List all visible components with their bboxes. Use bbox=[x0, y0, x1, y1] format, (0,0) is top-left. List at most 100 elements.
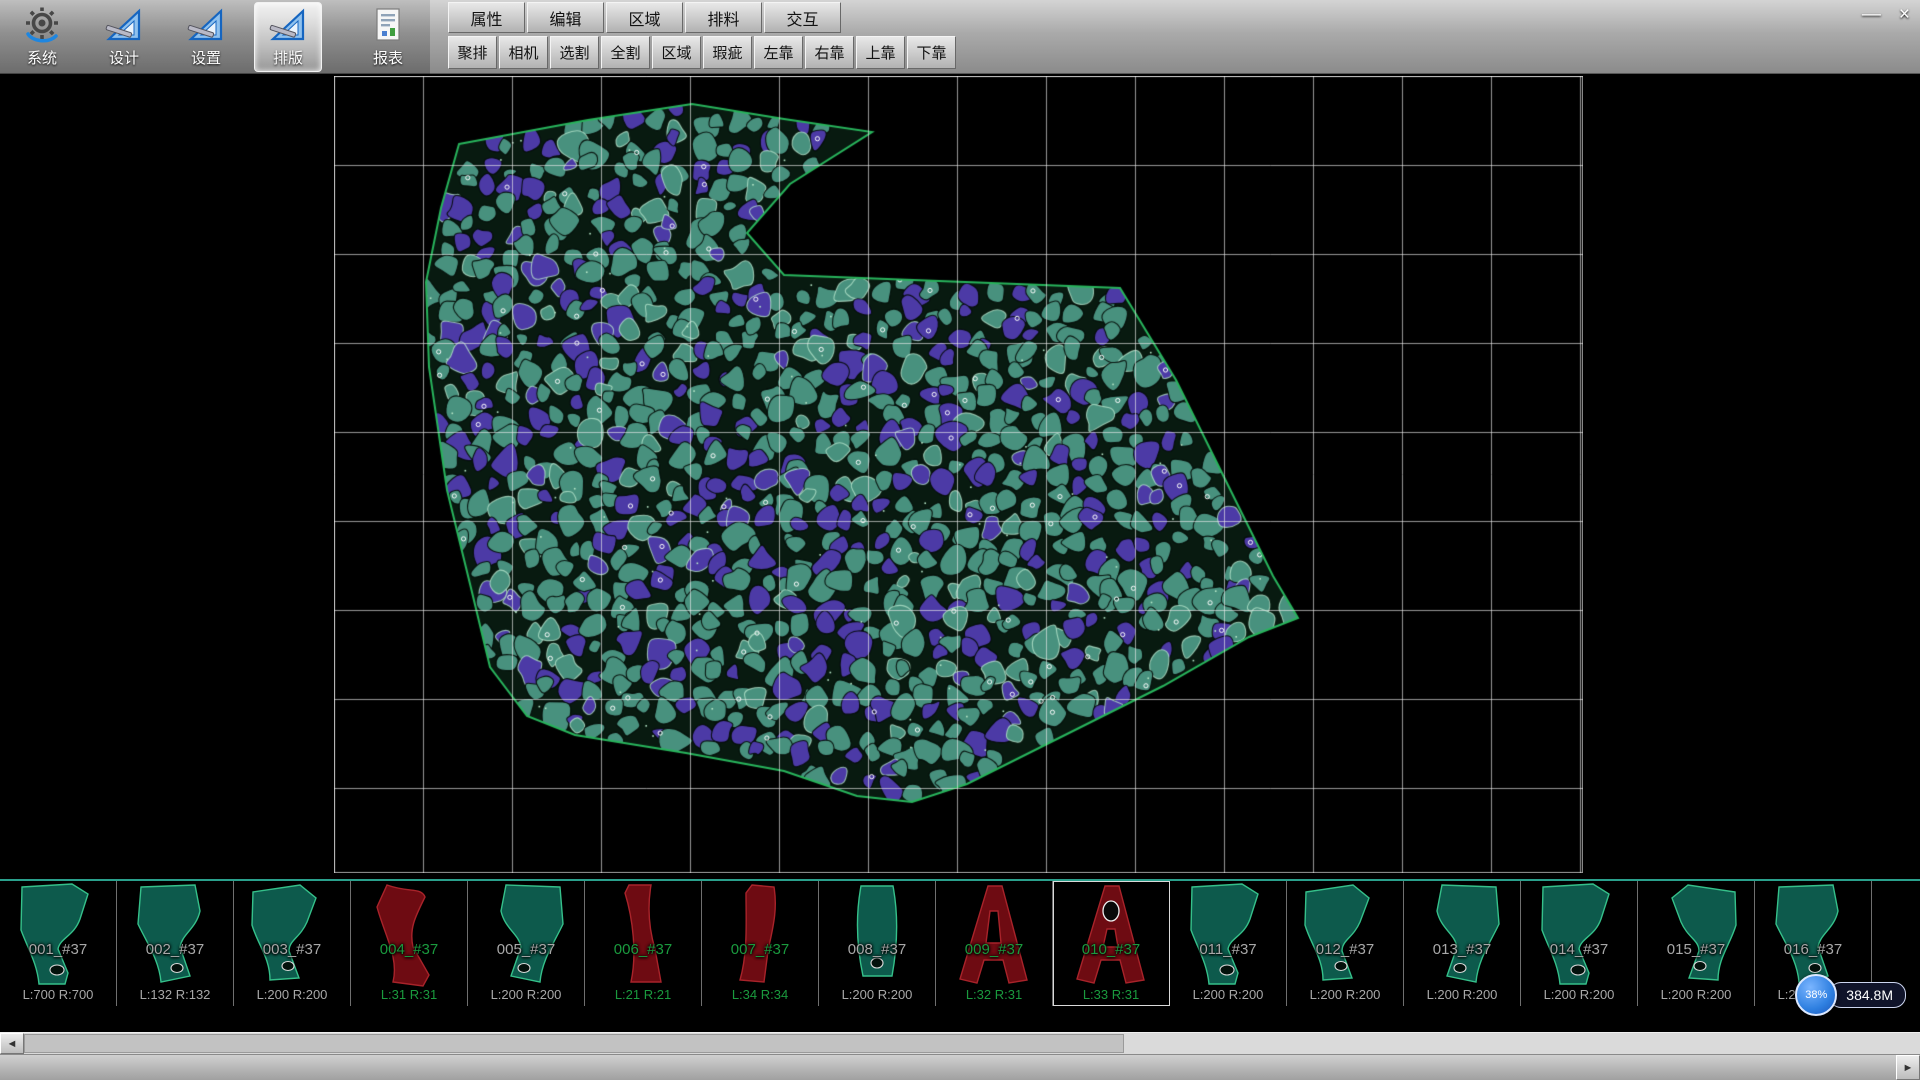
toolbar-button-label: 报表 bbox=[373, 47, 403, 68]
toolbar-button-settings[interactable]: 设置 bbox=[172, 2, 240, 72]
piece-count: L:33 R:31 bbox=[1053, 987, 1169, 1002]
horizontal-scrollbar[interactable]: ◄ bbox=[0, 1032, 1920, 1054]
action-button-label: 聚排 bbox=[457, 45, 487, 62]
scrollbar-thumb[interactable] bbox=[24, 1034, 1124, 1053]
menu-tab-nest[interactable]: 排料 bbox=[685, 2, 762, 33]
action-button-snap-bottom[interactable]: 下靠 bbox=[907, 36, 956, 69]
piece-cell[interactable]: 003_#37 L:200 R:200 bbox=[234, 881, 351, 1006]
piece-id: 011_#37 bbox=[1170, 941, 1286, 958]
workspace bbox=[0, 74, 1920, 879]
scroll-left-button[interactable]: ◄ bbox=[0, 1033, 24, 1054]
close-button[interactable]: × bbox=[1899, 5, 1910, 24]
piece-id: 002_#37 bbox=[117, 941, 233, 958]
piece-count: L:200 R:200 bbox=[1521, 987, 1637, 1002]
toolbar-button-label: 排版 bbox=[273, 47, 303, 68]
piece-id: 008_#37 bbox=[819, 941, 935, 958]
scroll-right-button[interactable]: ► bbox=[1896, 1055, 1920, 1080]
action-button-defect[interactable]: 瑕疵 bbox=[703, 36, 752, 69]
report-icon bbox=[368, 6, 408, 46]
piece-cell[interactable]: 015_#37 L:200 R:200 bbox=[1638, 881, 1755, 1006]
gap-bar bbox=[0, 1006, 1920, 1032]
piece-cell[interactable]: 008_#37 L:200 R:200 bbox=[819, 881, 936, 1006]
menu-tab-edit[interactable]: 编辑 bbox=[527, 2, 604, 33]
piece-cell[interactable]: 014_#37 L:200 R:200 bbox=[1521, 881, 1638, 1006]
nesting-canvas[interactable] bbox=[334, 76, 1583, 873]
progress-badge: 38% 384.8M bbox=[1795, 974, 1906, 1016]
piece-id: 015_#37 bbox=[1638, 941, 1754, 958]
piece-cell[interactable]: 012_#37 L:200 R:200 bbox=[1287, 881, 1404, 1006]
toolbar-button-system[interactable]: 系统 bbox=[8, 2, 76, 72]
action-button-label: 区域 bbox=[661, 45, 691, 62]
action-button-camera[interactable]: 相机 bbox=[499, 36, 548, 69]
piece-count: L:200 R:200 bbox=[819, 987, 935, 1002]
ruler-icon bbox=[268, 6, 308, 46]
toolbar-button-design[interactable]: 设计 bbox=[90, 2, 158, 72]
menu-tab-label: 交互 bbox=[786, 12, 818, 29]
action-button-label: 下靠 bbox=[916, 45, 946, 62]
piece-cell[interactable]: 004_#37 L:31 R:31 bbox=[351, 881, 468, 1006]
scrollbar-track[interactable] bbox=[24, 1033, 1920, 1054]
action-button-label: 右靠 bbox=[814, 45, 844, 62]
piece-id: 007_#37 bbox=[702, 941, 818, 958]
piece-count: L:31 R:31 bbox=[351, 987, 467, 1002]
piece-count: L:32 R:31 bbox=[936, 987, 1052, 1002]
memory-indicator: 384.8M bbox=[1829, 982, 1906, 1008]
action-button-cluster-nest[interactable]: 聚排 bbox=[448, 36, 497, 69]
status-bar: ► bbox=[0, 1054, 1920, 1080]
piece-id: 001_#37 bbox=[0, 941, 116, 958]
piece-cell[interactable]: 009_#37 L:32 R:31 bbox=[936, 881, 1053, 1006]
toolbar-button-label: 设计 bbox=[109, 47, 139, 68]
piece-cell[interactable]: 002_#37 L:132 R:132 bbox=[117, 881, 234, 1006]
menu-tab-region[interactable]: 区域 bbox=[606, 2, 683, 33]
window-controls: — × bbox=[1862, 5, 1910, 24]
piece-cell[interactable]: 013_#37 L:200 R:200 bbox=[1404, 881, 1521, 1006]
piece-id: 004_#37 bbox=[351, 941, 467, 958]
menu-tab-interact[interactable]: 交互 bbox=[764, 2, 841, 33]
toolbar-button-nesting[interactable]: 排版 bbox=[254, 2, 322, 72]
piece-id: 003_#37 bbox=[234, 941, 350, 958]
piece-cell[interactable]: 005_#37 L:200 R:200 bbox=[468, 881, 585, 1006]
action-button-snap-right[interactable]: 右靠 bbox=[805, 36, 854, 69]
ruler-icon bbox=[104, 6, 144, 46]
piece-count: L:200 R:200 bbox=[234, 987, 350, 1002]
piece-id: 006_#37 bbox=[585, 941, 701, 958]
action-button-snap-top[interactable]: 上靠 bbox=[856, 36, 905, 69]
piece-cell[interactable]: 001_#37 L:700 R:700 bbox=[0, 881, 117, 1006]
toolbar-button-report[interactable]: 报表 bbox=[354, 2, 422, 72]
toolbar-button-label: 设置 bbox=[191, 47, 221, 68]
action-button-label: 上靠 bbox=[865, 45, 895, 62]
piece-id: 009_#37 bbox=[936, 941, 1052, 958]
menu-tab-properties[interactable]: 属性 bbox=[448, 2, 525, 33]
menu-tab-label: 属性 bbox=[470, 12, 502, 29]
menu-tabs: 属性 编辑 区域 排料 交互 bbox=[448, 2, 956, 33]
piece-cell[interactable]: 011_#37 L:200 R:200 bbox=[1170, 881, 1287, 1006]
menu-tab-label: 排料 bbox=[707, 12, 739, 29]
piece-cell[interactable]: 006_#37 L:21 R:21 bbox=[585, 881, 702, 1006]
piece-count: L:34 R:34 bbox=[702, 987, 818, 1002]
piece-id: 010_#37 bbox=[1053, 941, 1169, 958]
minimize-button[interactable]: — bbox=[1862, 5, 1881, 24]
menu-tab-label: 区域 bbox=[628, 12, 660, 29]
gear-icon bbox=[22, 6, 62, 46]
progress-percent: 38% bbox=[1805, 989, 1827, 1001]
piece-count: L:21 R:21 bbox=[585, 987, 701, 1002]
piece-count: L:700 R:700 bbox=[0, 987, 116, 1002]
piece-id: 012_#37 bbox=[1287, 941, 1403, 958]
piece-cell[interactable]: 007_#37 L:34 R:34 bbox=[702, 881, 819, 1006]
ruler-icon bbox=[186, 6, 226, 46]
pieces-panel: 001_#37 L:700 R:700 002_#37 L:132 R:132 … bbox=[0, 879, 1920, 1006]
piece-id: 016_#37 bbox=[1755, 941, 1871, 958]
piece-cell[interactable]: 010_#37 L:33 R:31 bbox=[1053, 881, 1170, 1006]
piece-count: L:200 R:200 bbox=[1170, 987, 1286, 1002]
app-toolbar: 系统 设计 设置 排版 报表 bbox=[0, 0, 430, 74]
piece-count: L:200 R:200 bbox=[468, 987, 584, 1002]
action-button-label: 选割 bbox=[559, 45, 589, 62]
action-button-cut-all[interactable]: 全割 bbox=[601, 36, 650, 69]
piece-count: L:200 R:200 bbox=[1404, 987, 1520, 1002]
action-button-label: 瑕疵 bbox=[712, 45, 742, 62]
action-button-label: 相机 bbox=[508, 45, 538, 62]
action-button-select-cut[interactable]: 选割 bbox=[550, 36, 599, 69]
action-button-region[interactable]: 区域 bbox=[652, 36, 701, 69]
piece-id: 005_#37 bbox=[468, 941, 584, 958]
action-button-snap-left[interactable]: 左靠 bbox=[754, 36, 803, 69]
